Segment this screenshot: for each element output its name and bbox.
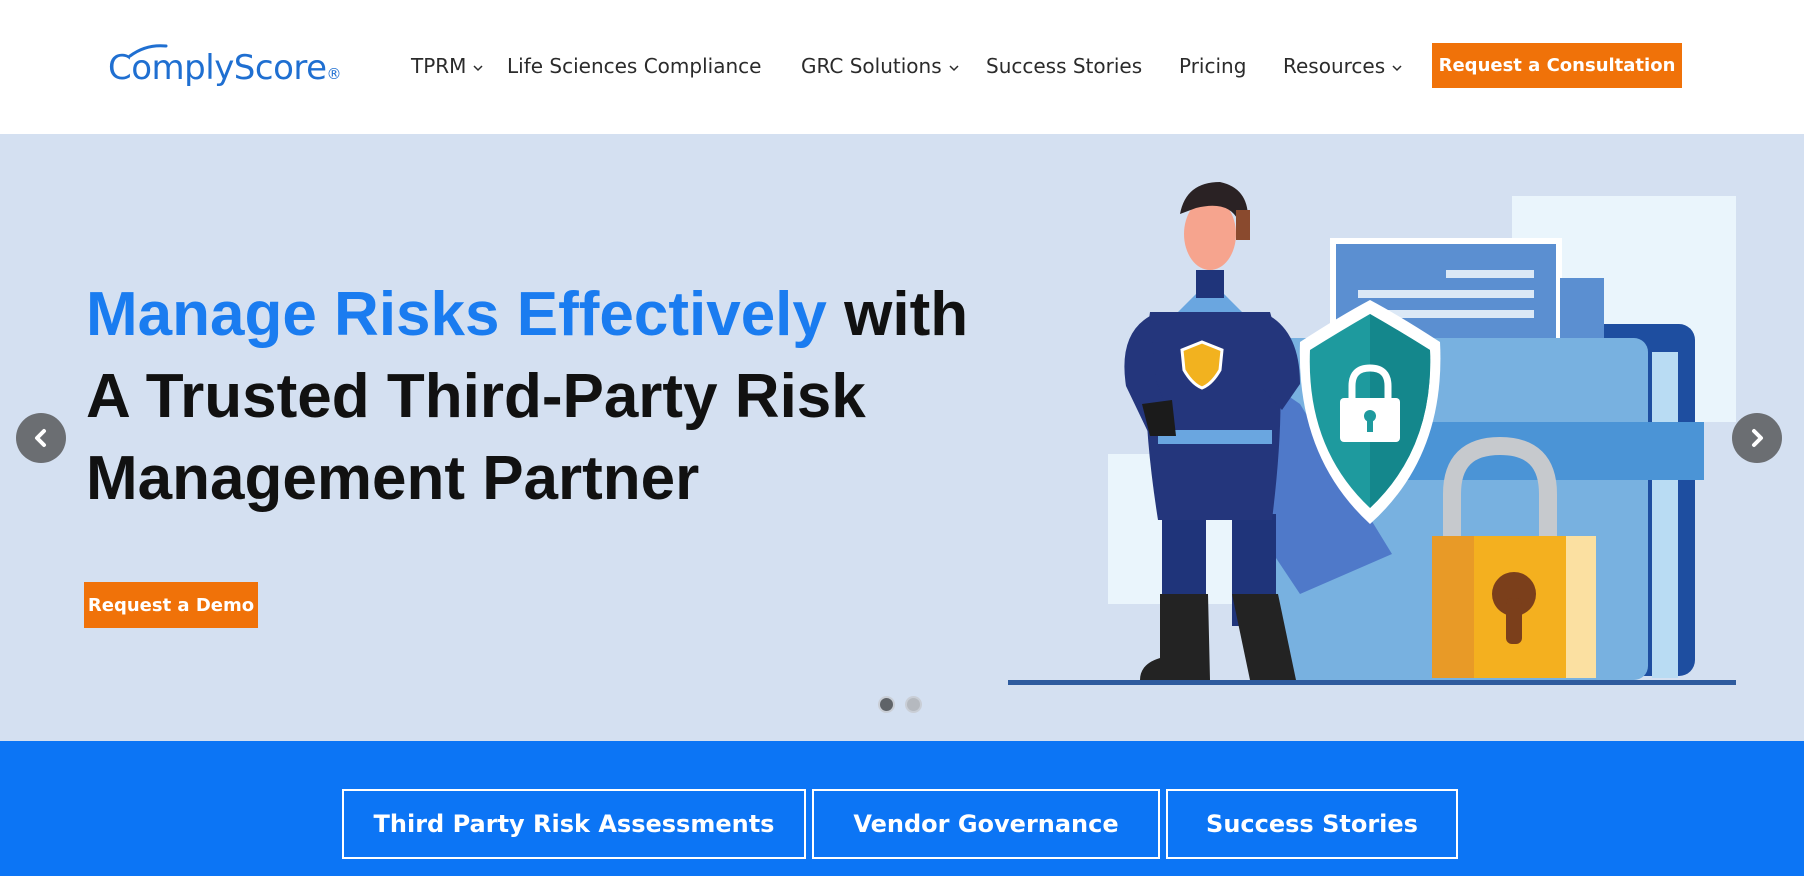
nav-item-label: Life Sciences Compliance: [507, 54, 762, 78]
vendor-governance-button[interactable]: Vendor Governance: [812, 789, 1160, 859]
success-stories-button[interactable]: Success Stories: [1166, 789, 1458, 859]
nav-item-label: TPRM: [411, 54, 467, 78]
keyhole-slot: [1506, 598, 1522, 644]
third-party-risk-assessments-button[interactable]: Third Party Risk Assessments: [342, 789, 806, 859]
nav-item-success-stories[interactable]: Success Stories: [986, 52, 1142, 80]
slider-pagination: [878, 696, 922, 713]
hero-headline: Manage Risks Effectively with A Trusted …: [86, 274, 986, 520]
headline-highlight: Manage Risks Effectively: [86, 280, 827, 349]
request-consultation-button[interactable]: Request a Consultation: [1432, 43, 1682, 88]
request-demo-button[interactable]: Request a Demo: [84, 582, 258, 628]
headline-line-2: A Trusted Third-Party Risk: [86, 362, 866, 431]
hero-neck: [1196, 270, 1224, 298]
slide-dot-2[interactable]: [905, 696, 922, 713]
nav-item-life-sciences-compliance[interactable]: Life Sciences Compliance: [507, 52, 761, 80]
site-header: ComplyScore® TPRM Life Sciences Complian…: [0, 0, 1804, 134]
chevron-down-icon: [949, 65, 959, 72]
nav-item-label: GRC Solutions: [801, 54, 942, 78]
chevron-down-icon: [1392, 65, 1402, 72]
complyscore-logo[interactable]: ComplyScore®: [108, 44, 348, 92]
nav-item-resources[interactable]: Resources: [1283, 52, 1403, 80]
chevron-down-icon: [473, 65, 483, 72]
hero-boot-left: [1140, 594, 1210, 680]
hero-ear: [1236, 210, 1250, 240]
chevron-left-icon: [35, 429, 46, 447]
quick-links-strip: Third Party Risk Assessments Vendor Gove…: [0, 741, 1804, 876]
nav-item-grc-solutions[interactable]: GRC Solutions: [801, 52, 960, 80]
folder-edge: [1652, 352, 1678, 678]
nav-item-pricing[interactable]: Pricing: [1179, 52, 1246, 80]
hero-slider: Manage Risks Effectively with A Trusted …: [0, 134, 1804, 741]
hero-glove-left: [1142, 400, 1176, 436]
logo-registered-mark: ®: [326, 65, 342, 83]
ground-line: [1008, 680, 1736, 685]
chevron-right-icon: [1752, 429, 1763, 447]
slider-prev-button[interactable]: [16, 413, 66, 463]
logo-wordmark: ComplyScore®: [108, 48, 342, 88]
nav-item-label: Resources: [1283, 54, 1386, 78]
nav-item-label: Pricing: [1179, 54, 1247, 78]
headline-line-3: Management Partner: [86, 444, 700, 513]
hero-illustration: [1008, 182, 1736, 685]
slide-dot-1[interactable]: [878, 696, 895, 713]
headline-connector: with: [844, 280, 969, 349]
logo-name: ComplyScore: [108, 48, 327, 88]
nav-item-label: Success Stories: [986, 54, 1143, 78]
nav-item-tprm[interactable]: TPRM: [411, 52, 484, 80]
